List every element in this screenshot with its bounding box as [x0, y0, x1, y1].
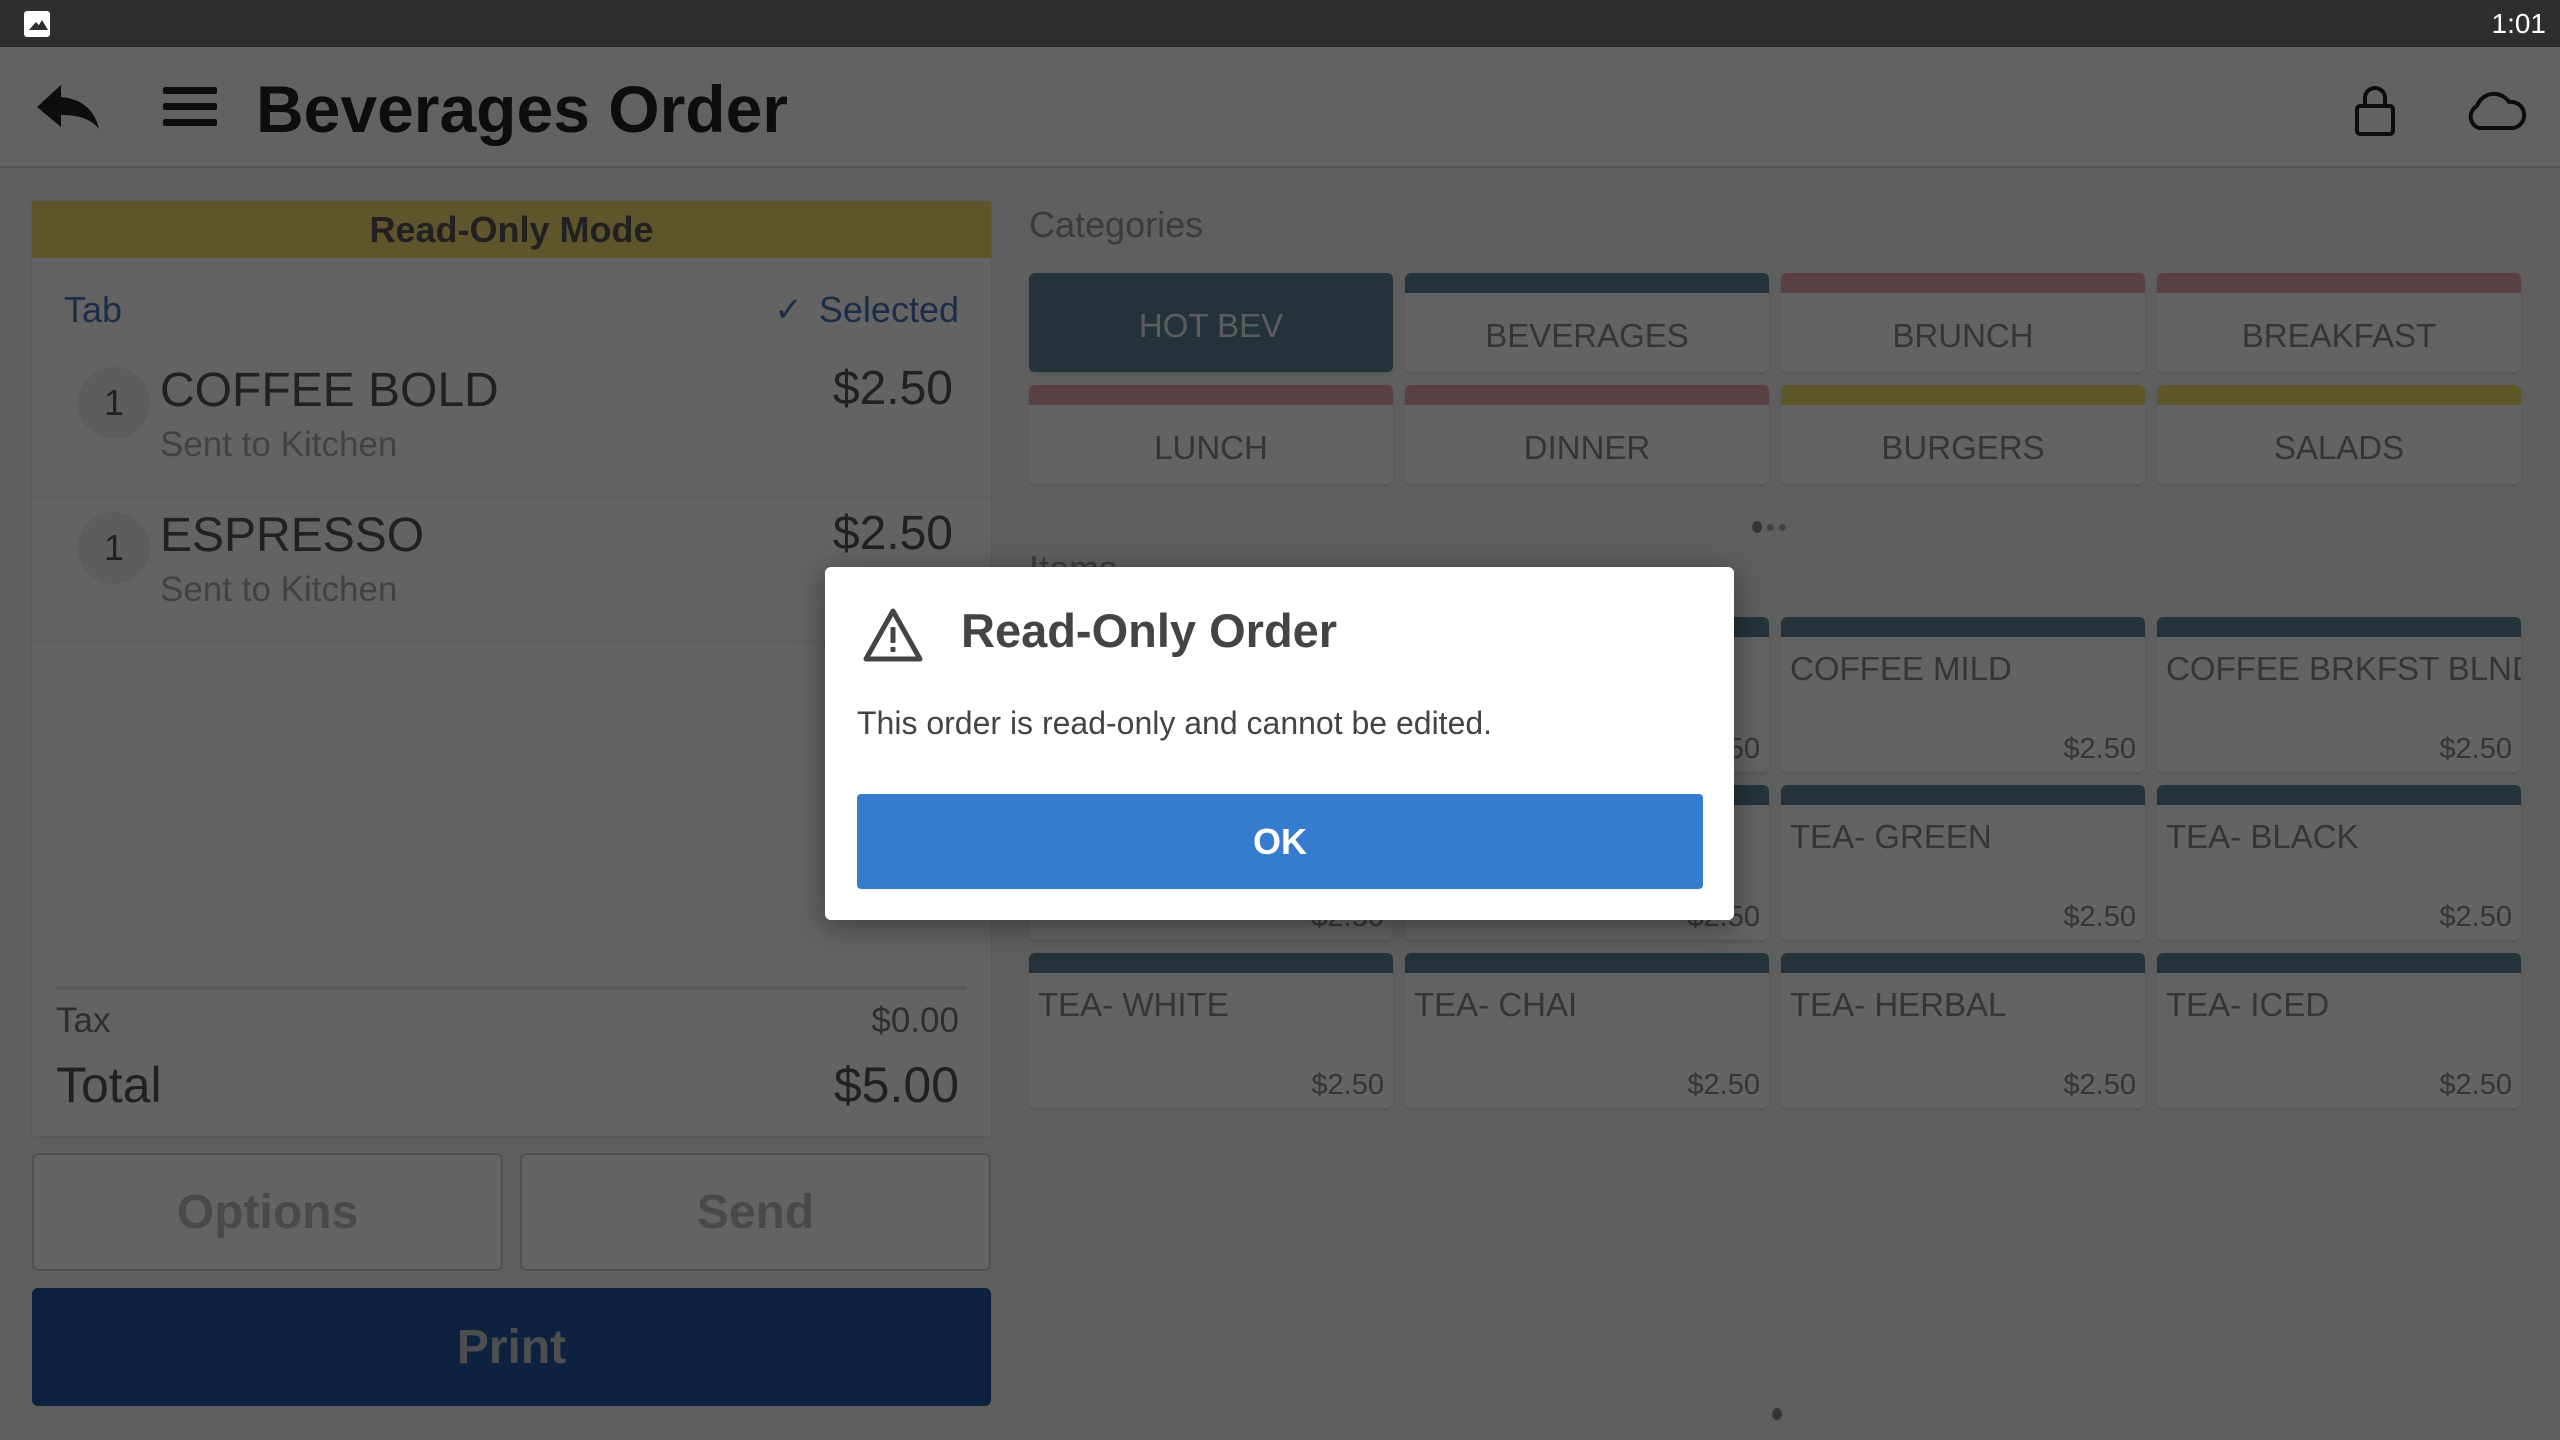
dialog-title: Read-Only Order — [961, 604, 1338, 657]
status-clock: 1:01 — [2491, 8, 2547, 39]
ok-button[interactable]: OK — [857, 794, 1703, 889]
read-only-dialog: Read-Only Order This order is read-only … — [825, 567, 1734, 920]
status-bar: 1:01 — [0, 0, 2560, 47]
dialog-message: This order is read-only and cannot be ed… — [857, 705, 1493, 741]
warning-triangle-icon — [863, 608, 923, 662]
gallery-icon — [24, 11, 50, 37]
